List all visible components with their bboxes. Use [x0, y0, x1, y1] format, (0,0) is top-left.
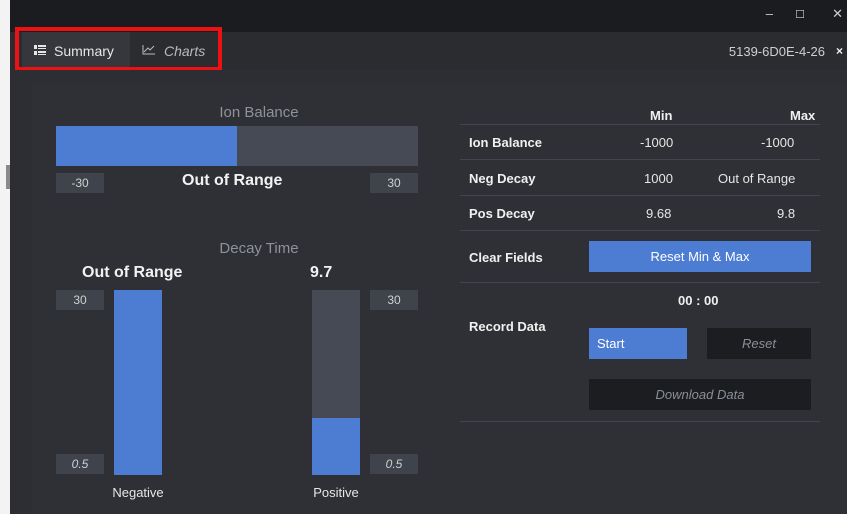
ion-balance-max: 30: [370, 173, 418, 193]
tab-close-icon[interactable]: ×: [836, 44, 843, 58]
divider: [460, 282, 820, 283]
negative-decay-fill: [114, 290, 162, 475]
positive-decay-value: 9.7: [310, 264, 333, 281]
positive-decay-bar: [312, 290, 360, 475]
positive-top-label: 30: [370, 290, 418, 310]
row-neg-decay-min: 1000: [644, 171, 673, 186]
row-pos-decay-min: 9.68: [646, 206, 672, 221]
divider: [460, 230, 820, 231]
ion-balance-status: Out of Range: [182, 172, 283, 189]
summary-panel: Ion Balance -30 Out of Range 30 Decay Ti…: [32, 84, 847, 514]
positive-label: Positive: [313, 485, 359, 500]
row-pos-decay-max: 9.8: [777, 206, 796, 221]
negative-decay-value: Out of Range: [82, 264, 183, 281]
ion-balance-fill: [56, 126, 237, 166]
start-button[interactable]: Start: [589, 328, 687, 359]
reset-min-max-button[interactable]: Reset Min & Max: [589, 241, 811, 272]
record-data-label: Record Data: [469, 319, 546, 334]
ion-balance-title: Ion Balance: [219, 104, 299, 121]
minimize-icon[interactable]: –: [766, 6, 773, 21]
main-area: Ion Balance -30 Out of Range 30 Decay Ti…: [10, 70, 847, 514]
col-max-header: Max: [790, 108, 816, 123]
left-edge: [0, 0, 10, 514]
device-id: 5139-6D0E-4-26: [728, 44, 825, 59]
positive-decay-fill: [312, 417, 360, 475]
tabs-highlight-box: [15, 27, 222, 71]
decay-time-title: Decay Time: [219, 240, 299, 257]
row-ion-balance-max: -1000: [761, 135, 795, 150]
col-min-header: Min: [650, 108, 673, 123]
negative-top-label: 30: [56, 290, 104, 310]
row-ion-balance-min: -1000: [640, 135, 674, 150]
divider: [460, 124, 820, 125]
ion-balance-min: -30: [56, 173, 104, 193]
divider: [460, 195, 820, 196]
negative-decay-bar: [114, 290, 162, 475]
negative-label: Negative: [112, 485, 164, 500]
close-icon[interactable]: ✕: [832, 6, 843, 22]
divider: [460, 421, 820, 422]
maximize-icon[interactable]: ☐: [795, 8, 805, 21]
ion-balance-bar: [56, 126, 418, 166]
row-pos-decay-label: Pos Decay: [469, 206, 535, 221]
reset-button[interactable]: Reset: [707, 328, 811, 359]
row-ion-balance-label: Ion Balance: [469, 135, 542, 150]
negative-bottom-label: 0.5: [56, 454, 104, 474]
divider: [460, 159, 820, 160]
clear-fields-label: Clear Fields: [469, 250, 543, 265]
positive-bottom-label: 0.5: [370, 454, 418, 474]
record-timer: 00 : 00: [678, 293, 719, 308]
download-data-button[interactable]: Download Data: [589, 379, 811, 410]
row-neg-decay-label: Neg Decay: [469, 171, 536, 186]
row-neg-decay-max: Out of Range: [718, 171, 796, 186]
